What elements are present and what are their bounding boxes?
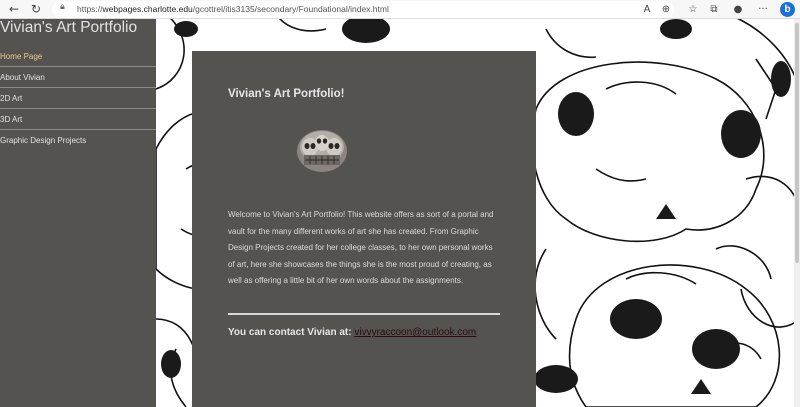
content-card: Vivian's Art Portfolio! Welcome to Vivia… — [192, 51, 536, 407]
contact-label: You can contact Vivian at: — [228, 327, 352, 338]
contact-line: You can contact Vivian at: vivvyraccoon@… — [228, 327, 476, 338]
divider — [228, 313, 500, 315]
sidebar: Vivian's Art Portfolio Home Page About V… — [0, 19, 156, 407]
collections-icon[interactable]: ⧉ — [707, 2, 721, 17]
page-title: Vivian's Art Portfolio! — [228, 88, 345, 100]
vertical-scrollbar[interactable] — [794, 19, 800, 407]
intro-paragraph: Welcome to Vivian's Art Portfolio! This … — [228, 210, 494, 285]
browser-toolbar: ← ↻ 🔒︎ https://webpages.charlotte.edu/gc… — [0, 0, 800, 19]
sidebar-item-home-page[interactable]: Home Page — [0, 46, 156, 67]
contact-email-link[interactable]: vivvyraccoon@outlook.com — [354, 327, 476, 338]
sidebar-item-graphic-design-projects[interactable]: Graphic Design Projects — [0, 130, 156, 151]
more-icon[interactable]: ··· — [756, 2, 770, 17]
site-title: Vivian's Art Portfolio — [0, 19, 138, 36]
scrollbar-thumb[interactable] — [795, 23, 799, 263]
sidebar-menu: Home Page About Vivian 2D Art 3D Art Gra… — [0, 46, 156, 151]
refresh-icon[interactable]: ↻ — [28, 2, 44, 17]
url-text[interactable]: https://webpages.charlotte.edu/gcottrel/… — [77, 4, 389, 14]
lock-icon[interactable]: 🔒︎ — [60, 2, 65, 12]
bing-icon[interactable]: b — [780, 2, 795, 17]
favorites-icon[interactable]: ☆ — [686, 2, 700, 17]
skull-sculpture-image — [297, 130, 347, 172]
sidebar-item-about-vivian[interactable]: About Vivian — [0, 67, 156, 88]
extensions-icon[interactable]: ⊕ — [659, 2, 673, 17]
sidebar-item-3d-art[interactable]: 3D Art — [0, 109, 156, 130]
back-icon[interactable]: ← — [6, 2, 22, 17]
address-bar[interactable]: 🔒︎ https://webpages.charlotte.edu/gcottr… — [52, 1, 674, 18]
web-page: Vivian's Art Portfolio Home Page About V… — [0, 19, 800, 407]
sidebar-item-2d-art[interactable]: 2D Art — [0, 88, 156, 109]
read-aloud-icon[interactable]: A — [640, 2, 654, 17]
profile-icon[interactable]: ● — [731, 2, 745, 17]
